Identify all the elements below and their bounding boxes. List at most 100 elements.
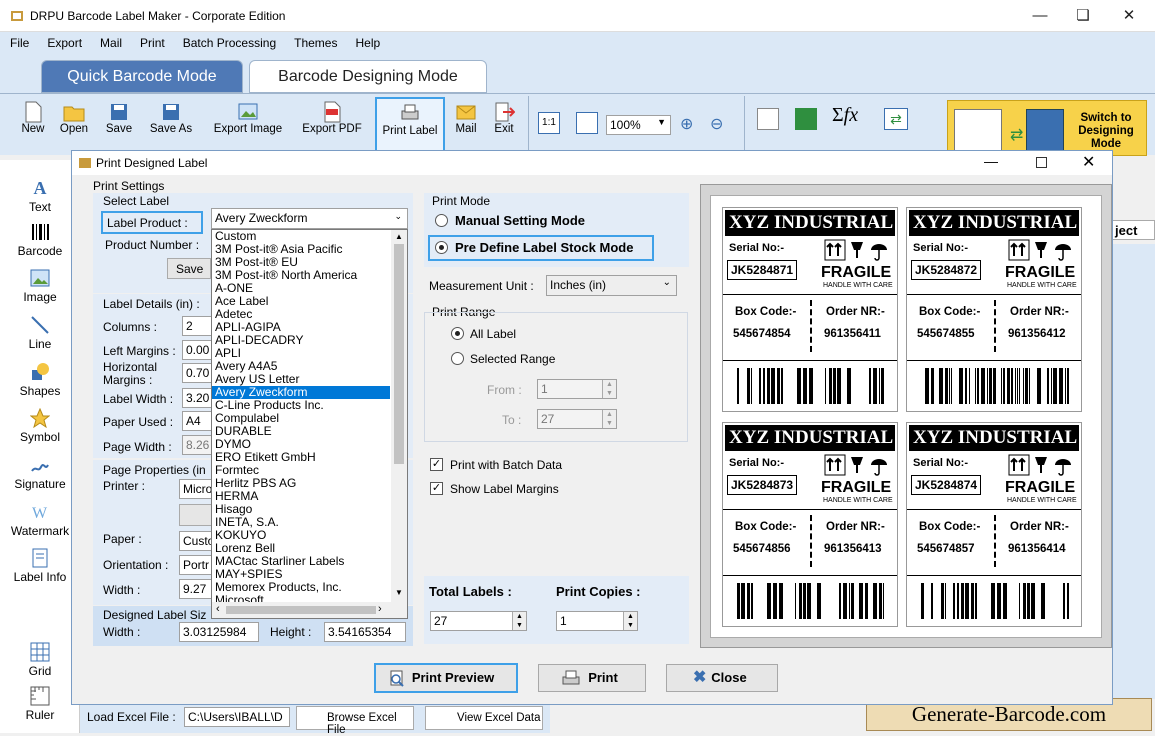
dropdown-horizontal-scrollbar[interactable]: ‹ › — [212, 602, 407, 618]
excel-path-field[interactable]: C:\Users\IBALL\D — [184, 707, 290, 727]
save-button[interactable]: Save — [100, 97, 138, 153]
new-button[interactable]: New — [14, 97, 52, 153]
scroll-right-icon[interactable]: › — [378, 603, 382, 615]
label-product-select[interactable]: Avery Zweckform ⌄ — [211, 208, 408, 229]
print-button[interactable]: Print — [538, 664, 646, 692]
show-margins-checkbox[interactable]: ✓ — [430, 482, 443, 495]
measurement-unit-select[interactable]: Inches (in) ⌄ — [546, 275, 677, 296]
total-labels-spinner[interactable]: ▲ ▼ — [512, 612, 526, 630]
sidebar-item-watermark[interactable]: W Watermark — [0, 502, 80, 538]
save-as-button[interactable]: Save As — [144, 97, 198, 153]
menu-themes[interactable]: Themes — [284, 32, 345, 50]
view-excel-data-button[interactable]: View Excel Data — [425, 706, 543, 730]
horizontal-margins-label: Horizontal Margins : — [103, 360, 158, 387]
sidebar-item-shapes[interactable]: Shapes — [0, 362, 80, 398]
print-label-button[interactable]: Print Label — [375, 97, 445, 153]
sidebar-item-label-info[interactable]: Label Info — [0, 548, 80, 584]
save-label-button[interactable]: Save — [167, 258, 211, 279]
predefine-mode-label[interactable]: Pre Define Label Stock Mode — [455, 240, 633, 255]
predefine-mode-radio[interactable] — [435, 241, 448, 254]
export-image-button[interactable]: Export Image — [206, 97, 290, 153]
export-pdf-button[interactable]: Export PDF — [296, 97, 368, 153]
sidebar-item-grid[interactable]: Grid — [0, 642, 80, 678]
fragile-text: FRAGILE — [821, 264, 892, 281]
scroll-thumb[interactable] — [394, 244, 404, 464]
fragile-symbols-icon — [824, 239, 887, 261]
zoom-in-icon[interactable]: ⊕ — [680, 114, 693, 134]
show-margins-label[interactable]: Show Label Margins — [450, 482, 559, 496]
dialog-app-icon — [79, 158, 91, 168]
divider — [907, 575, 1081, 576]
dialog-close-button[interactable]: ✕ — [1082, 152, 1095, 172]
scroll-up-icon[interactable]: ▲ — [395, 232, 403, 241]
company-name: XYZ INDUSTRIAL — [909, 425, 1079, 451]
batch-data-label[interactable]: Print with Batch Data — [450, 458, 562, 472]
tab-quick-barcode-mode[interactable]: Quick Barcode Mode — [41, 60, 243, 93]
formula-icon[interactable]: Σfx — [832, 104, 858, 127]
box-code-label: Box Code:- — [919, 306, 981, 318]
dropdown-vertical-scrollbar[interactable]: ▲ ▼ — [391, 230, 407, 602]
h-scroll-thumb[interactable] — [226, 606, 376, 614]
load-excel-label: Load Excel File : — [87, 710, 176, 724]
label-product-label: Label Product : — [101, 211, 203, 234]
scroll-down-icon[interactable]: ▼ — [395, 588, 403, 597]
open-button[interactable]: Open — [55, 97, 93, 153]
arrow-icon: ⇄ — [1010, 127, 1024, 144]
serial-label: Serial No:- — [729, 242, 785, 254]
all-label-label[interactable]: All Label — [470, 327, 516, 341]
sidebar-item-signature[interactable]: Signature — [0, 455, 80, 491]
menu-export[interactable]: Export — [37, 32, 90, 50]
print-copies-spinner[interactable]: ▲ ▼ — [623, 612, 637, 630]
menu-mail[interactable]: Mail — [90, 32, 130, 50]
dialog-maximize-button[interactable] — [1036, 157, 1047, 168]
order-nr-value: 961356414 — [1008, 543, 1066, 555]
object-panel-tab[interactable]: ject — [1112, 220, 1155, 240]
selected-range-radio[interactable] — [451, 352, 464, 365]
menu-print[interactable]: Print — [130, 32, 173, 50]
label-product-dropdown-list[interactable]: Custom 3M Post-it® Asia Pacific 3M Post-it… — [211, 229, 408, 619]
divider-dashed — [810, 300, 812, 352]
handle-with-care: HANDLE WITH CARE — [1007, 497, 1077, 504]
sidebar-item-image[interactable]: Image — [0, 268, 80, 304]
fragile-symbols-icon — [1008, 239, 1071, 261]
print-preview-button[interactable]: Print Preview — [374, 663, 518, 693]
selected-range-label[interactable]: Selected Range — [470, 352, 555, 366]
sidebar-item-symbol[interactable]: Symbol — [0, 408, 80, 444]
actual-size-icon[interactable]: 1:1 — [538, 112, 560, 134]
switch-to-designing-mode-button[interactable]: ⇄ Switch to Designing Mode — [947, 100, 1147, 156]
dialog-minimize-button[interactable]: — — [984, 153, 998, 169]
exit-button[interactable]: Exit — [488, 97, 520, 153]
batch-data-checkbox[interactable]: ✓ — [430, 458, 443, 471]
excel-icon[interactable] — [795, 108, 817, 130]
zoom-select[interactable]: 100% ▼ — [606, 115, 671, 135]
to-spinner: ▲ ▼ — [602, 410, 616, 428]
edit-icon[interactable] — [757, 108, 779, 130]
sidebar-item-line[interactable]: Line — [0, 315, 80, 351]
fit-to-window-icon[interactable] — [576, 112, 598, 134]
designed-height-field[interactable]: 3.54165354 — [324, 622, 406, 642]
menu-help[interactable]: Help — [345, 32, 388, 50]
manual-mode-label[interactable]: Manual Setting Mode — [455, 213, 585, 228]
zoom-out-icon[interactable]: ⊖ — [710, 114, 723, 134]
manual-mode-radio[interactable] — [435, 214, 448, 227]
designed-width-field[interactable]: 3.03125984 — [179, 622, 259, 642]
all-label-radio[interactable] — [451, 327, 464, 340]
sidebar-item-text[interactable]: A Text — [0, 178, 80, 214]
sidebar-item-barcode[interactable]: Barcode — [0, 222, 80, 258]
swap-icon[interactable]: ⇄ — [884, 108, 908, 130]
scroll-left-icon[interactable]: ‹ — [216, 603, 220, 615]
sidebar-item-ruler[interactable]: Ruler — [0, 686, 80, 722]
tab-barcode-designing-mode[interactable]: Barcode Designing Mode — [249, 60, 487, 93]
browse-excel-button[interactable]: Browse Excel File — [296, 706, 414, 736]
printer-icon — [562, 670, 580, 685]
menu-batch-processing[interactable]: Batch Processing — [173, 32, 284, 50]
dropdown-option[interactable]: Microsoft — [212, 594, 390, 603]
close-window-button[interactable]: ✕ — [1114, 4, 1144, 28]
maximize-button[interactable]: ❏ — [1068, 4, 1098, 28]
from-label: From : — [487, 383, 522, 397]
mail-button[interactable]: Mail — [450, 97, 482, 153]
minimize-button[interactable]: — — [1025, 4, 1055, 28]
menu-file[interactable]: File — [0, 32, 37, 50]
close-button[interactable]: ✖ Close — [666, 664, 778, 692]
divider — [907, 509, 1081, 510]
